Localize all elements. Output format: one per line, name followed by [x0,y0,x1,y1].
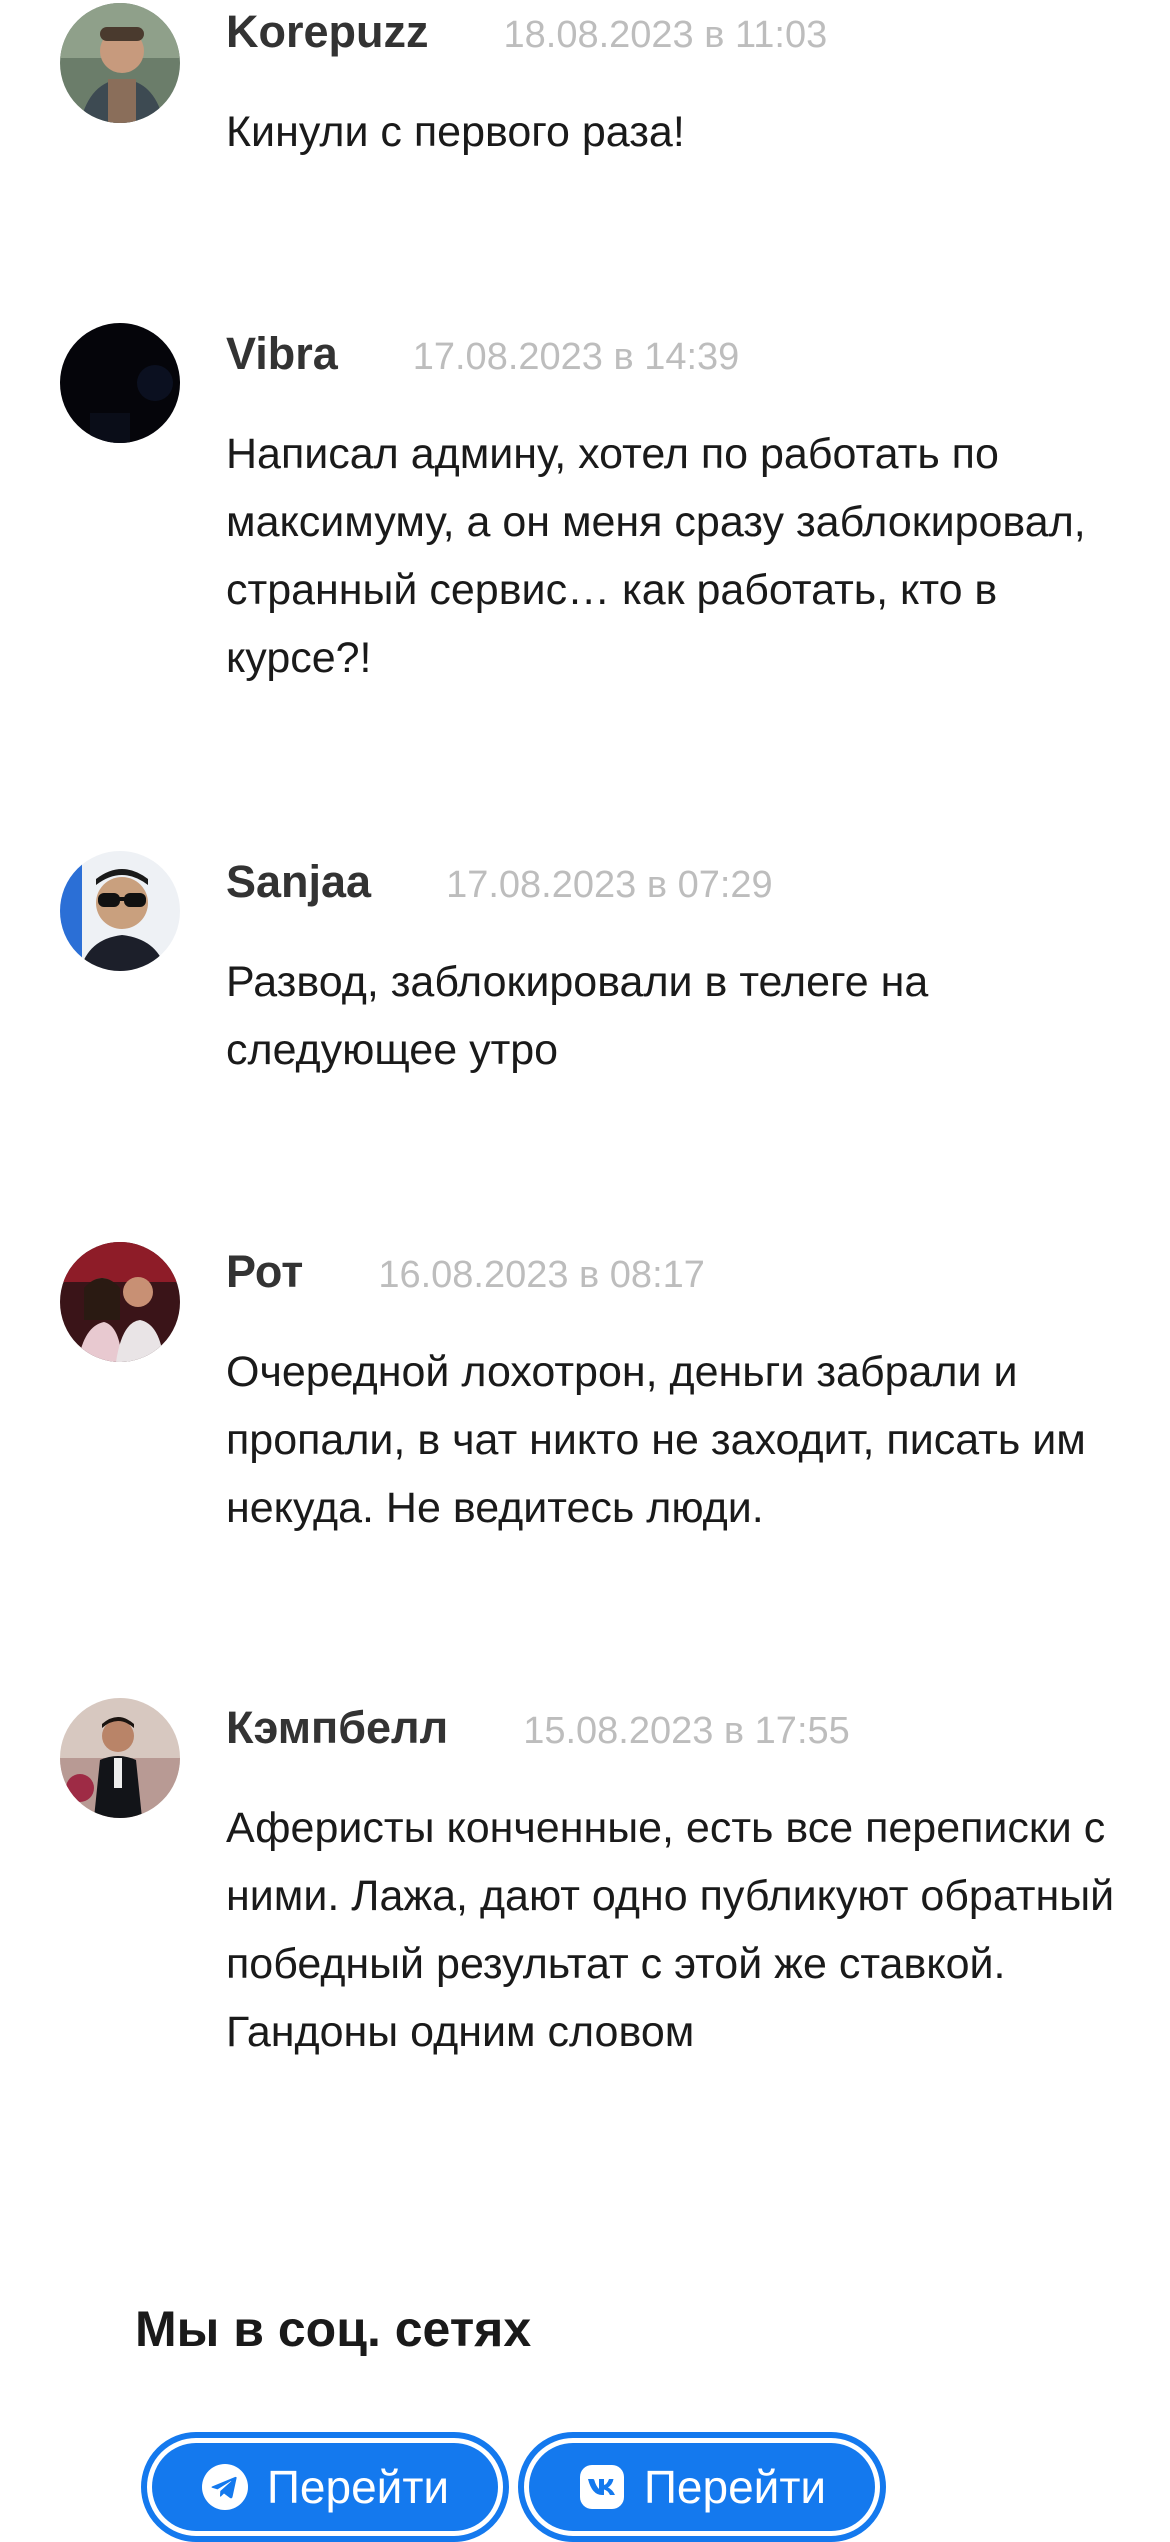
comment-author: Sanjaa [226,856,372,907]
user-avatar[interactable] [60,3,180,123]
comment-author: Кэмпбелл [226,1702,449,1753]
comment-date: 17.08.2023 в 07:29 [446,864,773,906]
comment-date: 15.08.2023 в 17:55 [523,1710,850,1752]
comment-author: Vibra [226,328,338,379]
vk-icon [578,2463,626,2511]
user-avatar[interactable] [60,851,180,971]
comment-text: Аферисты конченные, есть все переписки с… [226,1804,1115,2056]
comment-date: 17.08.2023 в 14:39 [412,336,740,378]
couple-photo-avatar-icon [60,1242,180,1362]
dark-photo-avatar-icon [60,323,180,443]
comment-author: Рот [226,1246,304,1297]
vk-button[interactable]: Перейти [518,2432,886,2542]
telegram-button[interactable]: Перейти [141,2432,509,2542]
user-avatar[interactable] [60,323,180,443]
user-photo-avatar-icon [60,3,180,123]
user-avatar[interactable] [60,1698,180,1818]
comment-author: Korepuzz [226,6,429,57]
comment-text: Очередной лохотрон, деньги забрали и про… [226,1348,1086,1532]
user-avatar[interactable] [60,1242,180,1362]
telegram-icon [201,2463,249,2511]
comment-text: Написал админу, хотел по работать по мак… [226,430,1086,682]
vk-button-inner: Перейти [529,2443,875,2531]
social-section-title: Мы в соц. сетях [135,2301,532,2357]
comment-text: Развод, заблокировали в телеге на следую… [226,958,929,1074]
comment-date: 18.08.2023 в 11:03 [503,14,828,56]
user-photo-avatar-icon [60,851,180,971]
comment-date: 16.08.2023 в 08:17 [378,1254,705,1296]
comment-text: Кинули с первого раза! [226,108,685,156]
user-photo-avatar-icon [60,1698,180,1818]
telegram-button-inner: Перейти [152,2443,498,2531]
telegram-button-label: Перейти [266,2461,450,2513]
vk-button-label: Перейти [643,2461,827,2513]
